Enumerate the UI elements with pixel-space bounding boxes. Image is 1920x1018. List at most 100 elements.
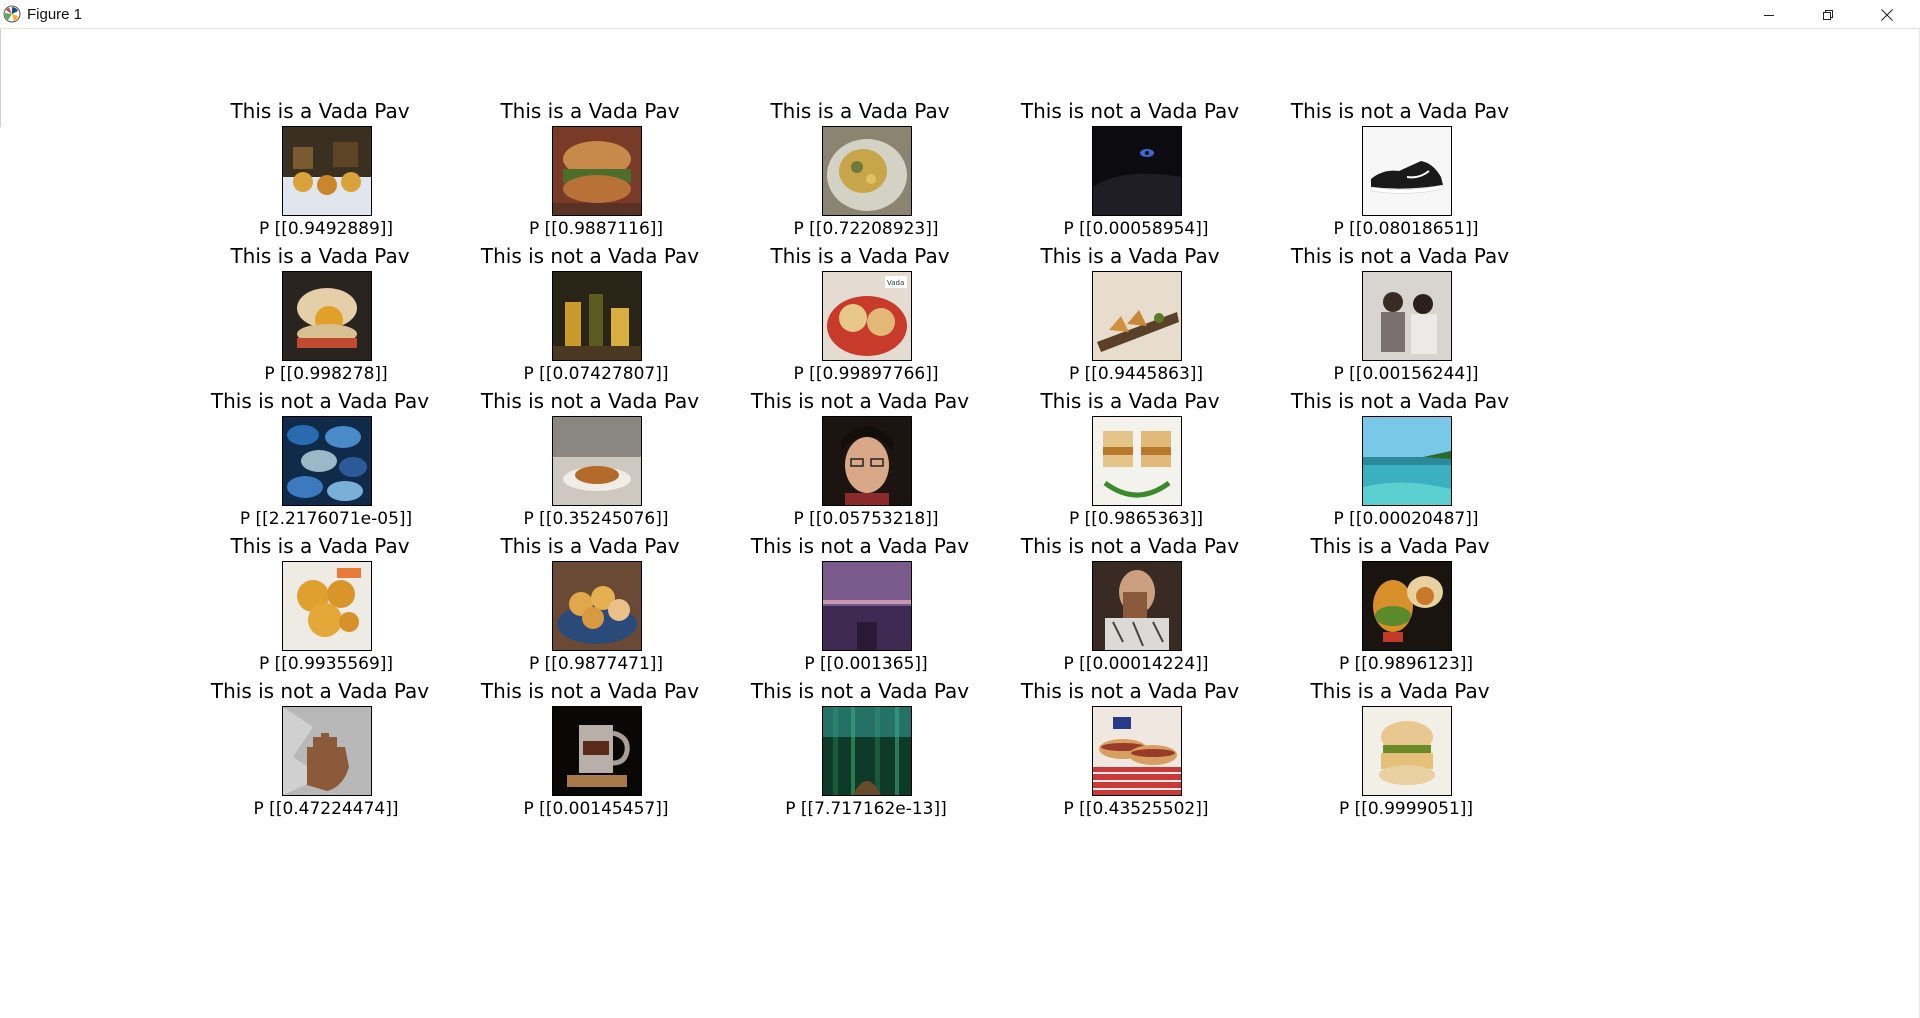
probability-label: P [[0.9492889]] (258, 219, 394, 239)
probability-label: P [[0.001365]] (804, 654, 928, 674)
person-drinking-image (1093, 562, 1181, 650)
subplot-title: This is a Vada Pav (770, 244, 950, 268)
snack-board-image (1093, 272, 1181, 360)
title-bar[interactable]: Figure 1 (0, 0, 1920, 29)
vada-pav-red-plate-image: Vada (823, 272, 911, 360)
vada-pav-single-image (283, 272, 371, 360)
probability-label: P [[0.00156244]] (1333, 364, 1479, 384)
subplot-2-3: This is a Vada Pav Vada P [[0.99897766]] (710, 244, 1010, 394)
probability-label: P [[0.00020487]] (1333, 509, 1479, 529)
tropical-beach-image (1363, 417, 1451, 505)
thumbnail-sneaker-shoe (1362, 126, 1452, 216)
thumbnail-vada-pav-red-plate: Vada (822, 271, 912, 361)
subplot-title: This is not a Vada Pav (210, 679, 430, 703)
thumbnail-vada-pav-platter (282, 126, 372, 216)
figure-window: Figure 1 This is a Vada Pav P [[0.9492889… (0, 0, 1920, 1018)
thumbnail-blue-stones (282, 416, 372, 506)
thumbnail-vada-pav-single (282, 271, 372, 361)
subplot-title: This is not a Vada Pav (1290, 244, 1510, 268)
subplot-title: This is not a Vada Pav (480, 389, 700, 413)
subplot-4-4: This is not a Vada Pav P [[0.00014224]] (980, 534, 1280, 684)
restore-button[interactable] (1799, 0, 1857, 29)
thumbnail-people-photo (1362, 271, 1452, 361)
thumbnail-bar-drinks (552, 271, 642, 361)
subplot-title: This is a Vada Pav (230, 99, 410, 123)
thumbnail-person-drinking (1092, 561, 1182, 651)
subplot-title: This is not a Vada Pav (750, 679, 970, 703)
vada-bowl-image (553, 562, 641, 650)
probability-label: P [[0.9865363]] (1068, 509, 1204, 529)
vada-pav-burger-image (553, 127, 641, 215)
vada-pav-dark-image (1363, 562, 1451, 650)
thumbnail-portrait-glasses (822, 416, 912, 506)
subplot-title: This is not a Vada Pav (750, 534, 970, 558)
thumbnail-dark-animal-eye (1092, 126, 1182, 216)
probability-label: P [[0.00014224]] (1063, 654, 1209, 674)
thumbnail-vada-pav-burger (552, 126, 642, 216)
probability-label: P [[0.9896123]] (1338, 654, 1474, 674)
thumbnail-snack-board (1092, 271, 1182, 361)
minimize-button[interactable] (1740, 0, 1798, 29)
subplot-4-3: This is not a Vada Pav P [[0.001365]] (710, 534, 1010, 684)
subplot-2-4: This is a Vada Pav P [[0.9445863]] (980, 244, 1280, 394)
probability-label: P [[0.72208923]] (793, 219, 939, 239)
restore-icon (1823, 9, 1833, 20)
subplot-5-1: This is not a Vada Pav P [[0.47224474]] (170, 679, 470, 829)
probability-label: P [[0.9877471]] (528, 654, 664, 674)
window-title: Figure 1 (27, 6, 83, 23)
subplot-3-2: This is not a Vada Pav P [[0.35245076]] (440, 389, 740, 539)
subplot-3-3: This is not a Vada Pav P [[0.05753218]] (710, 389, 1010, 539)
probability-label: P [[0.43525502]] (1063, 799, 1209, 819)
vada-pav-plate-image (823, 127, 911, 215)
subplot-5-2: This is not a Vada Pav P [[0.00145457]] (440, 679, 740, 829)
probability-label: P [[0.07427807]] (523, 364, 669, 384)
green-forest-image (823, 707, 911, 795)
probability-label: P [[0.00058954]] (1063, 219, 1209, 239)
subplot-title: This is not a Vada Pav (480, 244, 700, 268)
subplot-title: This is a Vada Pav (1040, 244, 1220, 268)
subplot-3-1: This is not a Vada Pav P [[2.2176071e-05]… (170, 389, 470, 539)
subplot-title: This is a Vada Pav (770, 99, 950, 123)
minimize-icon (1764, 14, 1774, 16)
vada-pav-platter-image (283, 127, 371, 215)
vada-pav-chutney-image (1093, 417, 1181, 505)
subplot-1-4: This is not a Vada Pav P [[0.00058954]] (980, 99, 1280, 249)
thumbnail-green-forest (822, 706, 912, 796)
close-button[interactable] (1858, 0, 1916, 29)
subplot-1-5: This is not a Vada Pav P [[0.08018651]] (1250, 99, 1550, 249)
subplot-title: This is a Vada Pav (230, 534, 410, 558)
subplot-5-3: This is not a Vada Pav P [[7.717162e-13]] (710, 679, 1010, 829)
probability-label: P [[0.998278]] (264, 364, 388, 384)
subplot-title: This is not a Vada Pav (750, 389, 970, 413)
thumbnail-hand-foil (282, 706, 372, 796)
subplot-5-5: This is a Vada Pav P [[0.9999051]] (1250, 679, 1550, 829)
thumbnail-vada-pav-dark (1362, 561, 1452, 651)
fried-balls-image (283, 562, 371, 650)
subplot-title: This is not a Vada Pav (1290, 99, 1510, 123)
subplot-2-5: This is not a Vada Pav P [[0.00156244]] (1250, 244, 1550, 394)
subplot-1-3: This is a Vada Pav P [[0.72208923]] (710, 99, 1010, 249)
probability-label: P [[0.9999051]] (1338, 799, 1474, 819)
subplot-4-2: This is a Vada Pav P [[0.9877471]] (440, 534, 740, 684)
probability-label: P [[0.35245076]] (523, 509, 669, 529)
thumbnail-hot-dogs (1092, 706, 1182, 796)
thumbnail-purple-sunset-pier (822, 561, 912, 651)
blue-stones-image (283, 417, 371, 505)
matplotlib-icon (3, 5, 21, 23)
probability-label: P [[0.47224474]] (253, 799, 399, 819)
subplot-3-5: This is not a Vada Pav P [[0.00020487]] (1250, 389, 1550, 539)
subplot-title: This is a Vada Pav (500, 99, 680, 123)
subplot-2-2: This is not a Vada Pav P [[0.07427807]] (440, 244, 740, 394)
hand-foil-image (283, 707, 371, 795)
subplot-title: This is not a Vada Pav (1020, 534, 1240, 558)
probability-label: P [[0.9887116]] (528, 219, 664, 239)
subplot-2-1: This is a Vada Pav P [[0.998278]] (170, 244, 470, 394)
probability-label: P [[0.99897766]] (793, 364, 939, 384)
subplot-title: This is a Vada Pav (500, 534, 680, 558)
thumbnail-vada-pav-chutney (1092, 416, 1182, 506)
purple-sunset-pier-image (823, 562, 911, 650)
figure-canvas: This is a Vada Pav P [[0.9492889]] This is… (0, 29, 1920, 1018)
thumbnail-vada-pav-plate (822, 126, 912, 216)
subplot-title: This is a Vada Pav (1310, 534, 1490, 558)
thumbnail-cafe-pastry (552, 416, 642, 506)
